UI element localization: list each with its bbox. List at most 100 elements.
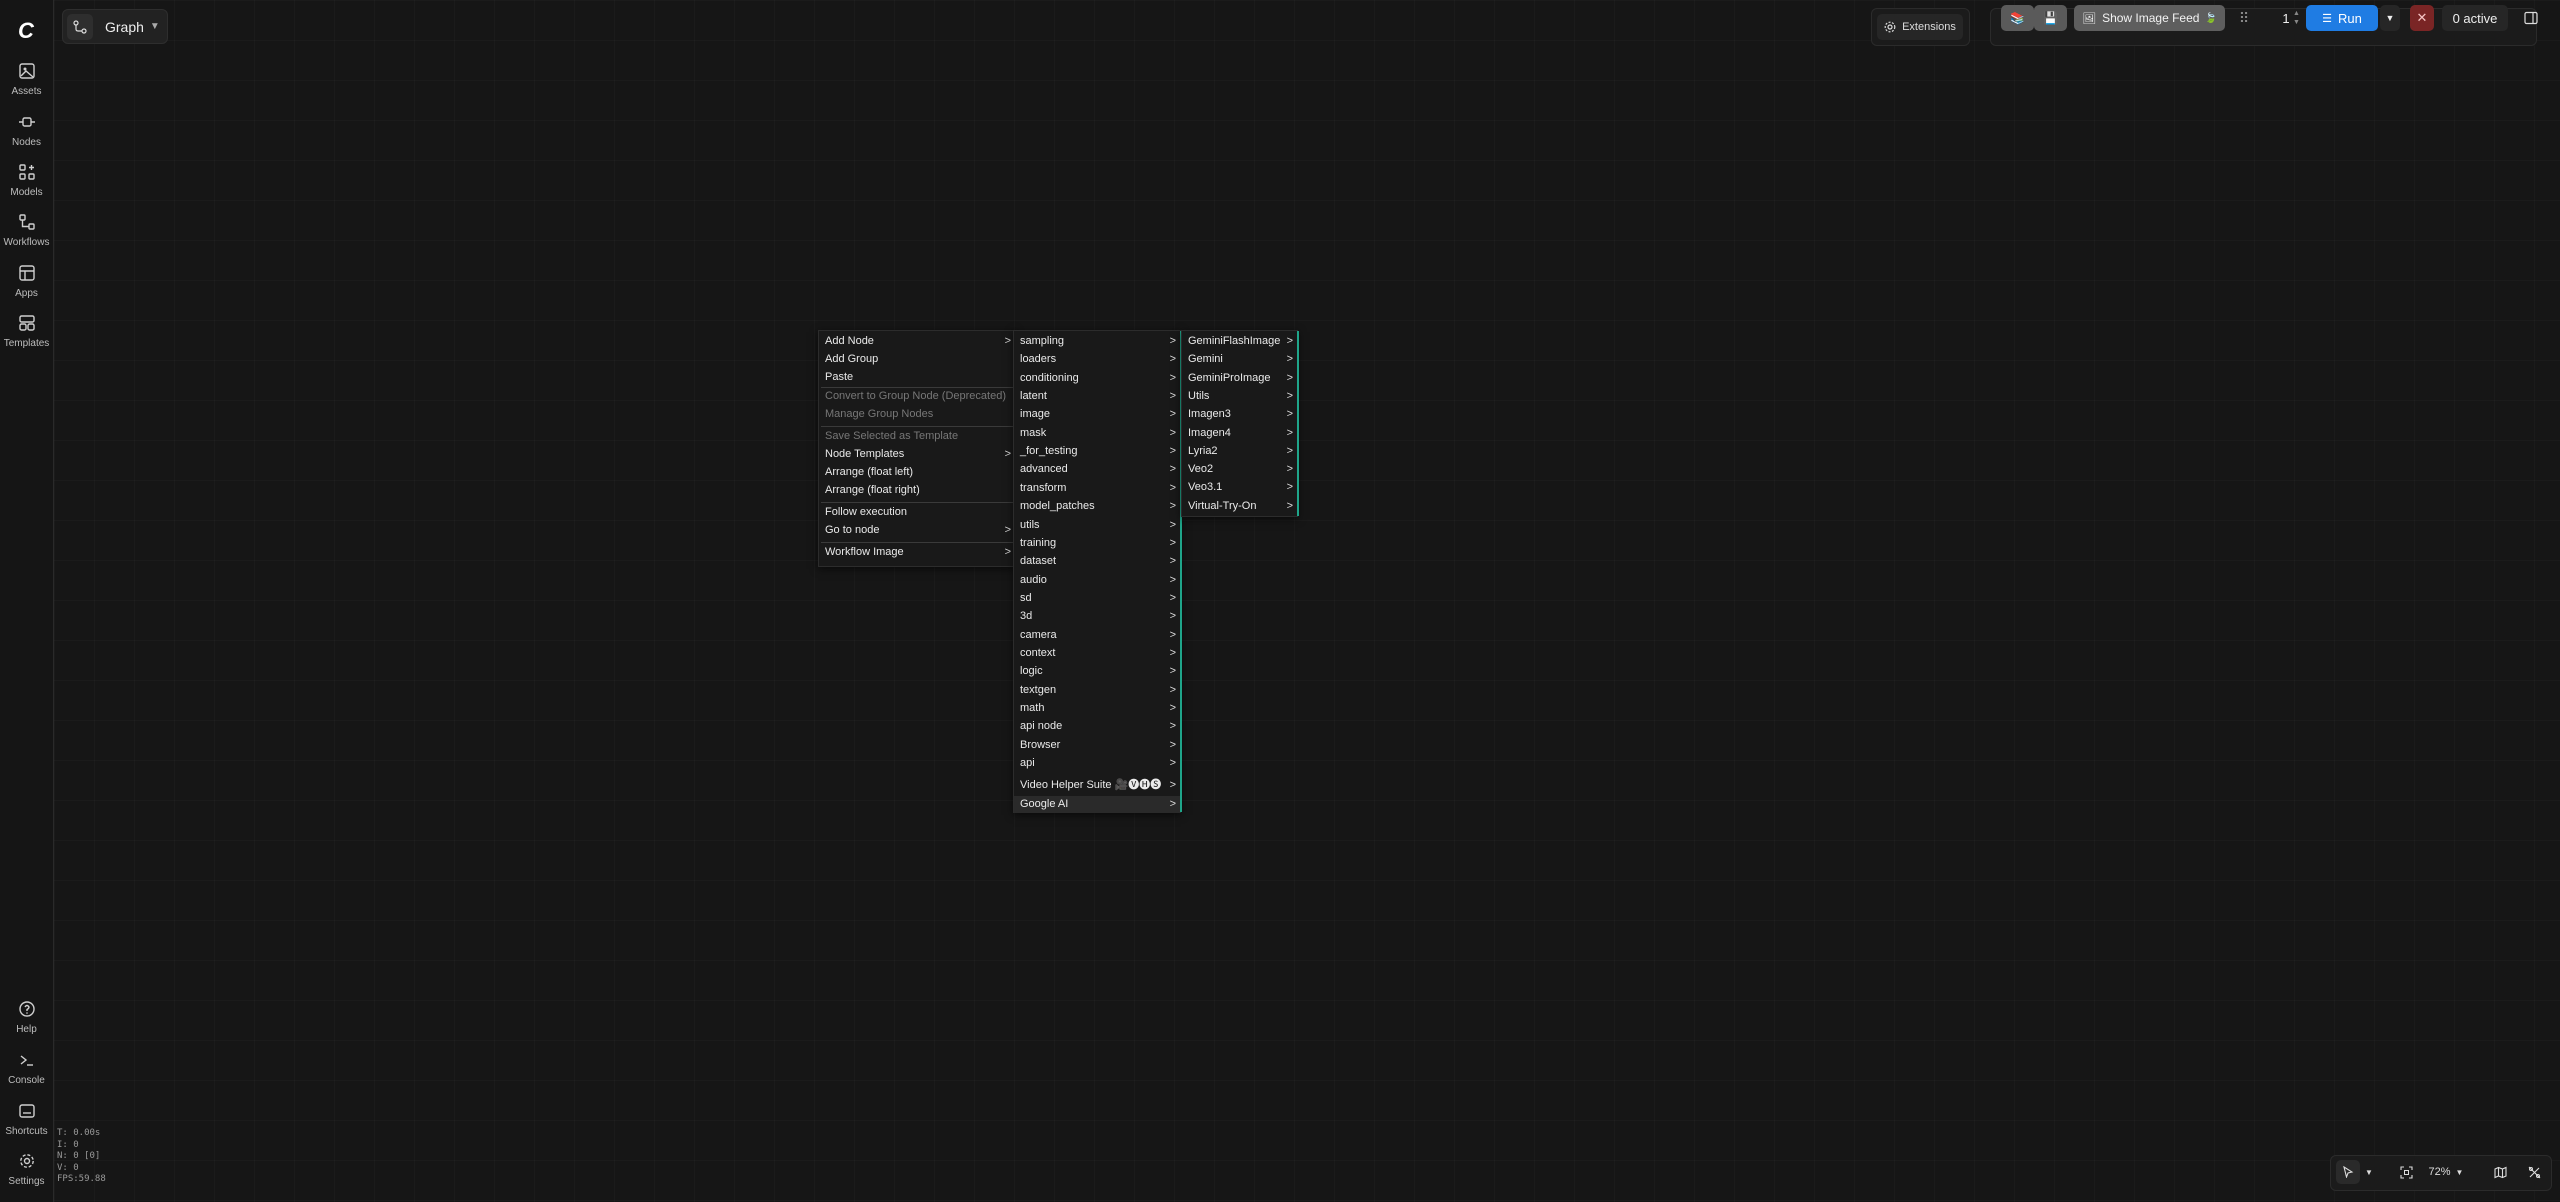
google-ai-item[interactable]: Veo2 >: [1182, 461, 1297, 478]
sidebar-item-templates[interactable]: Templates: [0, 314, 53, 360]
extensions-button[interactable]: Extensions: [1877, 14, 1963, 40]
menu-edge: [1297, 331, 1299, 516]
minimap-button[interactable]: [2488, 1160, 2512, 1184]
category-item[interactable]: textgen >: [1014, 682, 1180, 699]
menu-item-workflow-image[interactable]: Workflow Image >: [819, 544, 1015, 561]
category-item[interactable]: api node >: [1014, 718, 1180, 735]
category-item[interactable]: 3d >: [1014, 608, 1180, 625]
save-button[interactable]: 💾: [2034, 5, 2067, 31]
google-ai-item[interactable]: Imagen4 >: [1182, 425, 1297, 442]
category-item[interactable]: Browser >: [1014, 737, 1180, 754]
menu-item-paste[interactable]: Paste: [819, 369, 1015, 386]
category-item[interactable]: model_patches >: [1014, 498, 1180, 515]
google-ai-item[interactable]: GeminiProImage >: [1182, 370, 1297, 387]
left-sidebar: C Assets Nodes Models Workflows Apps Tem…: [0, 0, 54, 1202]
category-item[interactable]: image >: [1014, 406, 1180, 423]
google-ai-item[interactable]: Utils >: [1182, 388, 1297, 405]
toggle-links-button[interactable]: [2522, 1160, 2546, 1184]
sidebar-item-workflows[interactable]: Workflows: [0, 213, 53, 259]
category-item[interactable]: conditioning >: [1014, 370, 1180, 387]
select-tool-button[interactable]: [2336, 1160, 2360, 1184]
sidebar-item-shortcuts[interactable]: Shortcuts: [0, 1102, 53, 1148]
category-item[interactable]: logic >: [1014, 663, 1180, 680]
menu-item-label: Veo2: [1188, 463, 1214, 476]
graph-icon: [67, 13, 93, 40]
google-ai-item[interactable]: Imagen3 >: [1182, 406, 1297, 423]
menu-item-go-to-node[interactable]: Go to node >: [819, 522, 1015, 539]
comfy-logo-icon[interactable]: C: [13, 18, 39, 44]
cancel-run-button[interactable]: ✕: [2410, 5, 2434, 31]
image-icon: [18, 63, 35, 79]
category-item[interactable]: context >: [1014, 645, 1180, 662]
menu-item-follow-execution[interactable]: Follow execution: [819, 504, 1015, 521]
menu-item-label: Imagen4: [1188, 426, 1231, 439]
category-item[interactable]: utils >: [1014, 517, 1180, 534]
fit-view-button[interactable]: [2394, 1160, 2418, 1184]
node-category-menu: sampling > loaders > conditioning > latent > ima…: [1013, 330, 1182, 813]
history-button[interactable]: 📚: [2001, 5, 2034, 31]
menu-item-label: Save Selected as Template: [825, 430, 959, 442]
sidebar-item-assets[interactable]: Assets: [0, 62, 53, 108]
drag-handle-icon[interactable]: ⠿: [2236, 5, 2252, 31]
menu-item-add-node[interactable]: Add Node >: [819, 333, 1015, 350]
run-options-dropdown[interactable]: ▼: [2380, 5, 2400, 31]
extensions-label: Extensions: [1902, 21, 1956, 33]
batch-count-stepper[interactable]: ▲ ▼: [2293, 9, 2300, 27]
tool-dropdown[interactable]: ▼: [2362, 1160, 2376, 1184]
google-ai-item[interactable]: Virtual-Try-On >: [1182, 498, 1297, 515]
run-button[interactable]: ☰ Run: [2306, 5, 2378, 31]
menu-item-label: Browser: [1020, 738, 1061, 751]
category-item[interactable]: math >: [1014, 700, 1180, 717]
sidebar-item-apps[interactable]: Apps: [0, 264, 53, 310]
category-item[interactable]: dataset >: [1014, 553, 1180, 570]
category-item[interactable]: loaders >: [1014, 351, 1180, 368]
menu-item-label: api: [1020, 757, 1035, 770]
submenu-arrow-icon: >: [1169, 500, 1176, 513]
active-queue-label: 0 active: [2452, 10, 2498, 26]
menu-item-label: utils: [1020, 518, 1040, 531]
google-ai-item[interactable]: Lyria2 >: [1182, 443, 1297, 460]
category-item[interactable]: mask >: [1014, 425, 1180, 442]
menu-item-node-templates[interactable]: Node Templates >: [819, 446, 1015, 463]
menu-item-arrange-left[interactable]: Arrange (float left): [819, 464, 1015, 481]
category-item[interactable]: camera >: [1014, 627, 1180, 644]
zoom-dropdown[interactable]: 72% ▼: [2424, 1160, 2468, 1184]
category-item[interactable]: latent >: [1014, 388, 1180, 405]
category-item[interactable]: advanced >: [1014, 461, 1180, 478]
category-item[interactable]: api >: [1014, 755, 1180, 772]
stat-time: T: 0.00s: [57, 1128, 101, 1138]
category-item[interactable]: Google AI >: [1014, 795, 1180, 813]
submenu-arrow-icon: >: [1169, 426, 1176, 439]
category-item[interactable]: sd >: [1014, 590, 1180, 607]
sidebar-item-settings[interactable]: Settings: [0, 1152, 53, 1198]
menu-item-add-group[interactable]: Add Group: [819, 351, 1015, 368]
category-item[interactable]: training >: [1014, 535, 1180, 552]
category-item[interactable]: sampling >: [1014, 333, 1180, 350]
category-item[interactable]: _for_testing >: [1014, 443, 1180, 460]
sidebar-item-console[interactable]: Console: [0, 1051, 53, 1097]
menu-item-label: conditioning: [1020, 371, 1079, 384]
submenu-arrow-icon: >: [1169, 591, 1176, 604]
google-ai-item[interactable]: Gemini >: [1182, 351, 1297, 368]
sidebar-item-nodes[interactable]: Nodes: [0, 113, 53, 159]
submenu-arrow-icon: >: [1286, 353, 1293, 366]
category-item[interactable]: audio >: [1014, 572, 1180, 589]
context-menu: Add Node > Add Group Paste Convert to Gro…: [818, 330, 1016, 567]
graph-canvas[interactable]: [54, 0, 2560, 1202]
toggle-panel-button[interactable]: [2519, 5, 2543, 31]
menu-item-arrange-right[interactable]: Arrange (float right): [819, 482, 1015, 499]
submenu-arrow-icon: >: [1286, 499, 1293, 512]
sidebar-item-models[interactable]: Models: [0, 163, 53, 209]
menu-item-label: Video Helper Suite 🎥🅥🅗🅢: [1020, 779, 1162, 792]
google-ai-item[interactable]: Veo3.1 >: [1182, 479, 1297, 496]
run-label: Run: [2338, 10, 2362, 26]
menu-item-label: Add Group: [825, 353, 879, 365]
category-item[interactable]: Video Helper Suite 🎥🅥🅗🅢 >: [1014, 777, 1180, 794]
active-queue-button[interactable]: 0 active: [2442, 5, 2508, 31]
graph-selector[interactable]: Graph ▼: [62, 9, 168, 44]
render-stats: T: 0.00s I: 0 N: 0 [0] V: 0 FPS:59.88: [57, 1128, 106, 1186]
sidebar-item-help[interactable]: Help: [0, 1000, 53, 1046]
show-image-feed-button[interactable]: 🖼 Show Image Feed 🍃: [2074, 5, 2225, 31]
google-ai-item[interactable]: GeminiFlashImage >: [1182, 333, 1297, 350]
category-item[interactable]: transform >: [1014, 480, 1180, 497]
